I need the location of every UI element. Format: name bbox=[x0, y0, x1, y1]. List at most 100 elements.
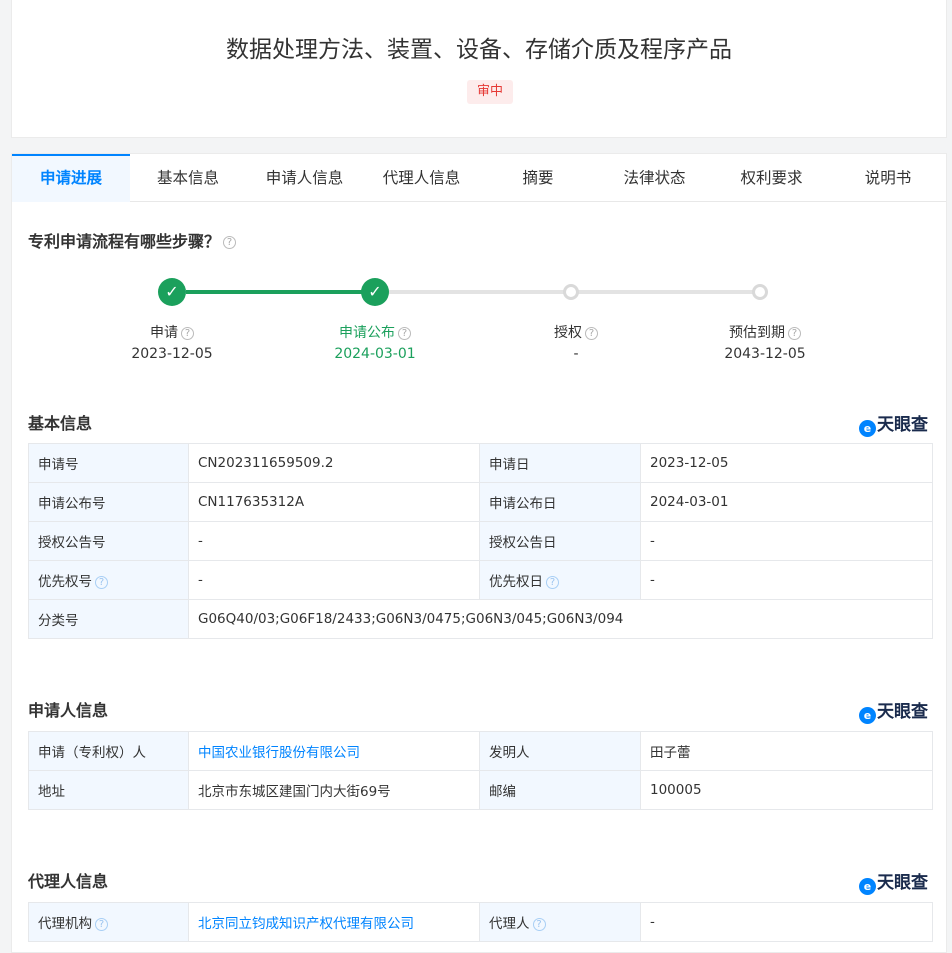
header-card: 数据处理方法、装置、设备、存储介质及程序产品 审中 bbox=[11, 0, 947, 138]
help-icon[interactable]: ? bbox=[95, 917, 108, 931]
step-date: 2023-12-05 bbox=[131, 346, 213, 362]
field-value: - bbox=[188, 521, 480, 561]
step-label: 申请? bbox=[92, 322, 252, 342]
eye-icon: e bbox=[859, 420, 876, 437]
field-key: 发明人 bbox=[479, 731, 641, 771]
field-value: 中国农业银行股份有限公司 bbox=[188, 731, 480, 771]
brand-name: 天眼查 bbox=[877, 873, 928, 893]
applicant-info-title: 申请人信息 bbox=[28, 701, 109, 720]
table-row: 地址 北京市东城区建国门内大街69号 邮编 100005 bbox=[28, 770, 933, 810]
field-key: 优先权号? bbox=[28, 560, 189, 600]
help-icon[interactable]: ? bbox=[532, 917, 546, 931]
field-value: 田子蕾 bbox=[640, 731, 933, 771]
table-row: 优先权号? - 优先权日? - bbox=[28, 560, 933, 600]
tab-legal-status[interactable]: 法律状态 bbox=[596, 154, 713, 202]
applicant-info-table: 申请（专利权）人 中国农业银行股份有限公司 发明人 田子蕾 地址 北京市东城区建… bbox=[28, 731, 933, 810]
field-key: 授权公告日 bbox=[479, 521, 641, 561]
step-label: 授权? bbox=[496, 322, 656, 342]
basic-info-table: 申请号 CN202311659509.2 申请日 2023-12-05 申请公布… bbox=[28, 443, 933, 639]
help-icon[interactable]: ? bbox=[398, 326, 411, 340]
step-label-text: 预估到期 bbox=[729, 325, 785, 341]
step-label: 申请公布? bbox=[295, 322, 455, 342]
field-key: 申请公布日 bbox=[479, 482, 641, 522]
field-key: 分类号 bbox=[28, 599, 189, 639]
step-label-text: 申请 bbox=[150, 325, 178, 341]
step-label: 预估到期? bbox=[685, 322, 845, 342]
progress-line-done bbox=[186, 290, 376, 294]
progress-steps: ✓ ✓ 申请? 2023-12-05 申请公布? 2024-03-01 授权? … bbox=[12, 274, 946, 374]
brand-name: 天眼查 bbox=[877, 415, 928, 435]
field-key: 代理人? bbox=[479, 902, 641, 942]
step-pending-dot bbox=[563, 284, 579, 300]
field-key: 代理机构? bbox=[28, 902, 189, 942]
field-value: G06Q40/03;G06F18/2433;G06N3/0475;G06N3/0… bbox=[188, 599, 933, 639]
field-key: 授权公告号 bbox=[28, 521, 189, 561]
brand-name: 天眼查 bbox=[877, 702, 928, 722]
field-key-text: 代理人 bbox=[489, 916, 530, 932]
field-value: 2024-03-01 bbox=[640, 482, 933, 522]
table-row: 授权公告号 - 授权公告日 - bbox=[28, 521, 933, 561]
tab-claims[interactable]: 权利要求 bbox=[713, 154, 830, 202]
help-icon[interactable]: ? bbox=[788, 326, 801, 340]
tab-abstract[interactable]: 摘要 bbox=[480, 154, 596, 202]
tab-agent-info[interactable]: 代理人信息 bbox=[363, 154, 480, 202]
field-key-text: 优先权号 bbox=[38, 574, 92, 590]
field-key: 地址 bbox=[28, 770, 189, 810]
field-key-text: 优先权日 bbox=[489, 574, 543, 590]
field-value: 2023-12-05 bbox=[640, 443, 933, 483]
field-value: 北京同立钧成知识产权代理有限公司 bbox=[188, 902, 480, 942]
field-value: - bbox=[640, 521, 933, 561]
step-date: - bbox=[573, 346, 579, 362]
eye-icon: e bbox=[859, 707, 876, 724]
step-date: 2043-12-05 bbox=[724, 346, 806, 362]
tab-bar: 申请进展 基本信息 申请人信息 代理人信息 摘要 法律状态 权利要求 说明书 bbox=[12, 154, 946, 202]
field-key: 优先权日? bbox=[479, 560, 641, 600]
help-icon[interactable]: ? bbox=[585, 326, 598, 340]
field-key: 邮编 bbox=[479, 770, 641, 810]
agent-info-table: 代理机构? 北京同立钧成知识产权代理有限公司 代理人? - bbox=[28, 902, 933, 942]
tianyancha-logo[interactable]: e 天眼查 bbox=[859, 868, 928, 895]
field-value: - bbox=[640, 902, 933, 942]
basic-info-title: 基本信息 bbox=[28, 414, 93, 433]
eye-icon: e bbox=[859, 878, 876, 895]
field-key-text: 代理机构 bbox=[38, 916, 92, 932]
table-row: 申请号 CN202311659509.2 申请日 2023-12-05 bbox=[28, 443, 933, 483]
field-value: 100005 bbox=[640, 770, 933, 810]
agent-info-title: 代理人信息 bbox=[28, 872, 109, 891]
field-key: 申请公布号 bbox=[28, 482, 189, 522]
field-key: 申请日 bbox=[479, 443, 641, 483]
step-label-text: 申请公布 bbox=[339, 325, 395, 341]
field-value: CN202311659509.2 bbox=[188, 443, 480, 483]
table-row: 申请公布号 CN117635312A 申请公布日 2024-03-01 bbox=[28, 482, 933, 522]
help-icon[interactable]: ? bbox=[181, 326, 194, 340]
check-icon: ✓ bbox=[361, 278, 389, 306]
table-row: 申请（专利权）人 中国农业银行股份有限公司 发明人 田子蕾 bbox=[28, 731, 933, 771]
patent-title: 数据处理方法、装置、设备、存储介质及程序产品 bbox=[226, 37, 732, 63]
field-value: CN117635312A bbox=[188, 482, 480, 522]
field-key: 申请（专利权）人 bbox=[28, 731, 189, 771]
progress-title-text: 专利申请流程有哪些步骤？ bbox=[28, 232, 221, 251]
help-icon[interactable]: ? bbox=[546, 575, 559, 589]
step-date: 2024-03-01 bbox=[334, 346, 416, 362]
help-icon[interactable]: ? bbox=[95, 575, 108, 589]
field-value: - bbox=[188, 560, 480, 600]
tab-progress[interactable]: 申请进展 bbox=[12, 154, 130, 202]
tab-basic-info[interactable]: 基本信息 bbox=[130, 154, 246, 202]
status-badge: 审中 bbox=[467, 80, 513, 104]
field-key: 申请号 bbox=[28, 443, 189, 483]
step-label-text: 授权 bbox=[554, 325, 582, 341]
table-row: 代理机构? 北京同立钧成知识产权代理有限公司 代理人? - bbox=[28, 902, 933, 942]
table-row: 分类号 G06Q40/03;G06F18/2433;G06N3/0475;G06… bbox=[28, 599, 933, 639]
progress-title: 专利申请流程有哪些步骤？? bbox=[28, 228, 237, 252]
agency-link[interactable]: 北京同立钧成知识产权代理有限公司 bbox=[198, 916, 414, 932]
field-value: - bbox=[640, 560, 933, 600]
main-card: 申请进展 基本信息 申请人信息 代理人信息 摘要 法律状态 权利要求 说明书 专… bbox=[11, 153, 947, 953]
tianyancha-logo[interactable]: e 天眼查 bbox=[859, 410, 928, 437]
help-icon[interactable]: ? bbox=[223, 236, 237, 249]
tab-description[interactable]: 说明书 bbox=[830, 154, 946, 202]
step-pending-dot bbox=[752, 284, 768, 300]
field-value: 北京市东城区建国门内大街69号 bbox=[188, 770, 480, 810]
tab-applicant-info[interactable]: 申请人信息 bbox=[246, 154, 363, 202]
tianyancha-logo[interactable]: e 天眼查 bbox=[859, 697, 928, 724]
applicant-link[interactable]: 中国农业银行股份有限公司 bbox=[198, 745, 360, 761]
